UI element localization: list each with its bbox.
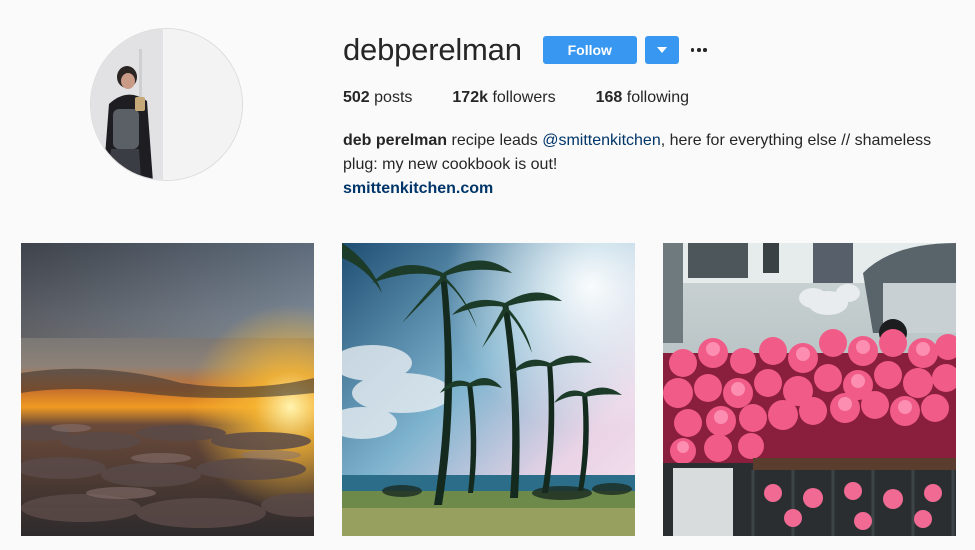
caret-down-icon bbox=[656, 47, 667, 53]
more-options-icon[interactable] bbox=[690, 36, 707, 64]
profile-avatar[interactable] bbox=[90, 28, 243, 181]
following-count: 168 bbox=[595, 89, 623, 106]
avatar-photo bbox=[91, 29, 242, 180]
posts-count: 502 bbox=[343, 89, 370, 106]
followers-stat[interactable]: 172k followers bbox=[452, 88, 555, 108]
profile-page: debperelman Follow 502 posts 172k follow… bbox=[0, 0, 975, 550]
post-thumbnail-flowers[interactable] bbox=[663, 243, 956, 536]
profile-header: debperelman Follow 502 posts 172k follow… bbox=[343, 30, 963, 201]
followers-label: followers bbox=[492, 89, 556, 106]
full-name: deb perelman bbox=[343, 132, 448, 149]
dot bbox=[703, 48, 707, 52]
suggestions-dropdown-button[interactable] bbox=[644, 36, 679, 64]
profile-stats: 502 posts 172k followers 168 following bbox=[343, 88, 963, 108]
pink-flowers-photo bbox=[663, 243, 956, 536]
post-thumbnail-sunset[interactable] bbox=[21, 243, 314, 536]
following-stat[interactable]: 168 following bbox=[596, 88, 689, 108]
post-thumbnail-palms[interactable] bbox=[342, 243, 635, 536]
sunset-photo bbox=[21, 243, 314, 536]
followers-count: 172k bbox=[452, 89, 488, 106]
bio-mention-link[interactable]: @smittenkitchen bbox=[542, 132, 661, 149]
bio-text: recipe leads bbox=[451, 132, 538, 149]
username: debperelman bbox=[343, 32, 522, 67]
posts-stat[interactable]: 502 posts bbox=[343, 88, 412, 108]
following-label: following bbox=[626, 89, 690, 106]
follow-button[interactable]: Follow bbox=[542, 36, 637, 64]
posts-grid bbox=[0, 243, 975, 550]
dot bbox=[697, 48, 701, 52]
posts-label: posts bbox=[374, 89, 413, 106]
website-link[interactable]: smittenkitchen.com bbox=[343, 177, 953, 201]
dot bbox=[690, 48, 695, 52]
title-row: debperelman Follow bbox=[343, 30, 963, 70]
palm-trees-photo bbox=[342, 243, 635, 536]
profile-bio: deb perelman recipe leads @smittenkitche… bbox=[343, 129, 953, 201]
